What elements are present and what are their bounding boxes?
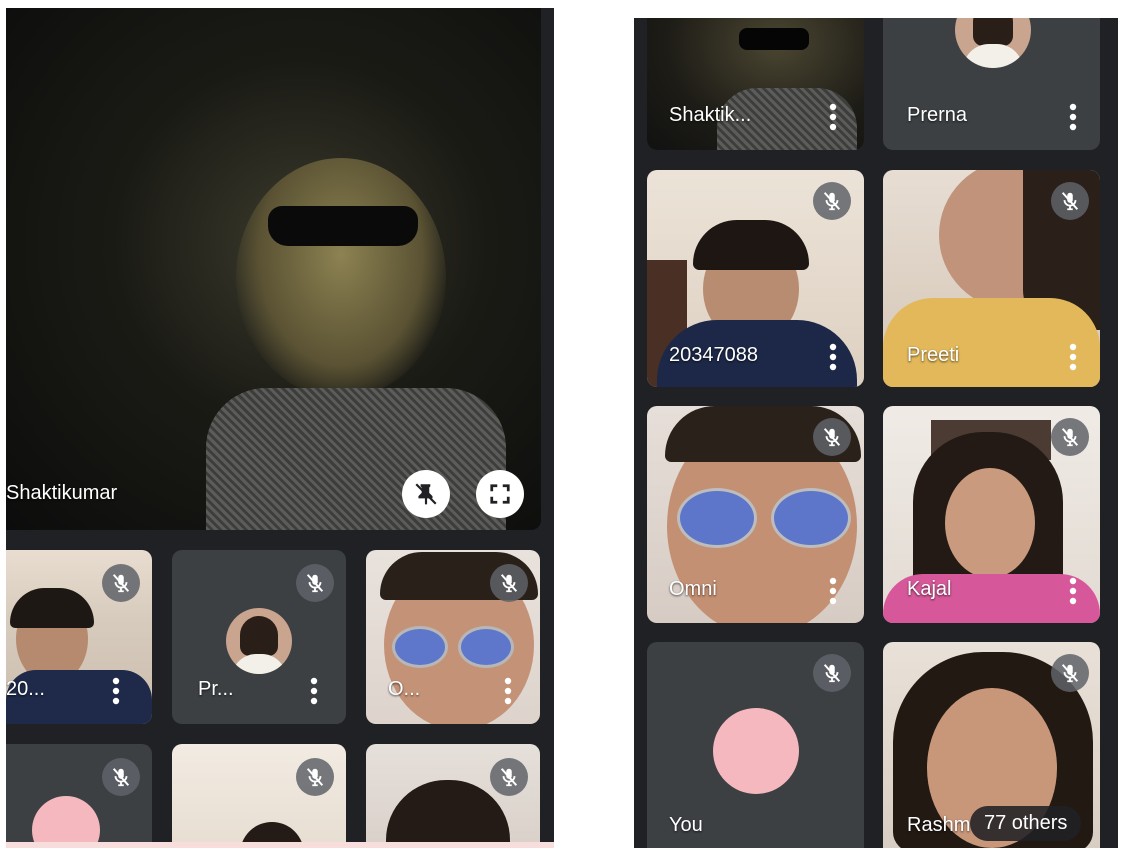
others-count-button[interactable]: 77 others xyxy=(970,806,1082,841)
fullscreen-icon xyxy=(490,484,510,504)
participant-face xyxy=(945,468,1035,578)
glasses xyxy=(392,626,448,668)
participant-avatar xyxy=(226,608,292,674)
mic-off-icon xyxy=(821,662,843,684)
featured-participant-name: Shaktikumar xyxy=(6,482,118,504)
mic-off-icon xyxy=(498,766,520,788)
mic-off-badge xyxy=(296,564,334,602)
mic-off-badge xyxy=(1051,654,1089,692)
mic-off-badge xyxy=(813,418,851,456)
more-options-button[interactable] xyxy=(821,340,845,374)
sunglasses xyxy=(739,28,809,50)
avatar-shirt xyxy=(232,654,286,674)
self-avatar xyxy=(32,796,100,848)
more-vert-icon xyxy=(829,577,837,605)
participant-name: Prerna xyxy=(907,104,968,126)
participant-name: Kajal xyxy=(907,578,952,600)
mic-off-icon xyxy=(110,572,132,594)
right-meeting-screen: Shaktik... Prerna 20347088 Preeti Omni K… xyxy=(634,18,1118,848)
mic-off-icon xyxy=(1059,662,1081,684)
participant-name: Preeti xyxy=(907,344,960,366)
more-vert-icon xyxy=(1069,577,1077,605)
participant-name: 20... xyxy=(6,678,45,700)
participant-tile[interactable]: O... xyxy=(366,550,540,724)
mic-off-badge xyxy=(296,758,334,796)
participant-tile[interactable] xyxy=(366,744,540,848)
mic-off-badge xyxy=(813,182,851,220)
avatar-shirt xyxy=(963,44,1023,68)
self-avatar xyxy=(713,708,799,794)
mic-off-badge xyxy=(1051,418,1089,456)
more-options-button[interactable] xyxy=(104,674,128,708)
participant-face xyxy=(236,158,446,398)
avatar-hair xyxy=(240,616,278,656)
mic-off-badge xyxy=(813,654,851,692)
more-options-button[interactable] xyxy=(821,100,845,134)
more-options-button[interactable] xyxy=(1061,100,1085,134)
self-name: You xyxy=(669,814,703,836)
bottom-bar xyxy=(6,842,554,848)
participant-tile[interactable]: Omni xyxy=(647,406,864,623)
participant-name: O... xyxy=(388,678,421,700)
mic-off-icon xyxy=(1059,190,1081,212)
glasses xyxy=(677,488,757,548)
mic-off-badge xyxy=(102,758,140,796)
mic-off-badge xyxy=(490,564,528,602)
sunglasses xyxy=(268,206,418,246)
self-view-tile[interactable]: You xyxy=(647,642,864,848)
unpin-icon xyxy=(415,483,437,505)
more-options-button[interactable] xyxy=(302,674,326,708)
participant-tile[interactable]: Pr... xyxy=(172,550,346,724)
more-vert-icon xyxy=(112,677,120,705)
participant-tile[interactable]: Kajal xyxy=(883,406,1100,623)
participant-name: Rashm xyxy=(907,814,971,836)
more-options-button[interactable] xyxy=(1061,340,1085,374)
glasses xyxy=(771,488,851,548)
more-options-button[interactable] xyxy=(821,574,845,608)
participant-name: Omni xyxy=(669,578,717,600)
participant-tile[interactable]: Prerna xyxy=(883,18,1100,150)
mic-off-icon xyxy=(821,190,843,212)
self-view-tile[interactable] xyxy=(6,744,152,848)
mic-off-icon xyxy=(304,572,326,594)
more-vert-icon xyxy=(1069,343,1077,371)
fullscreen-button[interactable] xyxy=(476,470,524,518)
mic-off-icon xyxy=(498,572,520,594)
unpin-button[interactable] xyxy=(402,470,450,518)
more-vert-icon xyxy=(310,677,318,705)
more-vert-icon xyxy=(829,343,837,371)
mic-off-badge xyxy=(1051,182,1089,220)
participant-tile[interactable]: 20... xyxy=(6,550,152,724)
mic-off-icon xyxy=(110,766,132,788)
mic-off-badge xyxy=(102,564,140,602)
featured-participant-tile[interactable]: Shaktikumar xyxy=(6,8,541,530)
participant-name: Pr... xyxy=(198,678,234,700)
more-vert-icon xyxy=(504,677,512,705)
participant-name: Shaktik... xyxy=(669,104,752,126)
glasses xyxy=(458,626,514,668)
participant-name: 20347088 xyxy=(669,344,758,366)
mic-off-icon xyxy=(1059,426,1081,448)
participant-avatar xyxy=(955,18,1031,68)
mic-off-badge xyxy=(490,758,528,796)
more-vert-icon xyxy=(1069,103,1077,131)
participant-tile[interactable]: 20347088 xyxy=(647,170,864,387)
more-options-button[interactable] xyxy=(1061,574,1085,608)
participant-tile[interactable]: Preeti xyxy=(883,170,1100,387)
participant-tile[interactable] xyxy=(172,744,346,848)
participant-tile[interactable]: Shaktik... xyxy=(647,18,864,150)
mic-off-icon xyxy=(821,426,843,448)
more-vert-icon xyxy=(829,103,837,131)
mic-off-icon xyxy=(304,766,326,788)
more-options-button[interactable] xyxy=(496,674,520,708)
left-meeting-screen: Shaktikumar 20... Pr... O... xyxy=(6,8,554,848)
scarf xyxy=(206,388,506,530)
avatar-hair xyxy=(973,18,1013,46)
